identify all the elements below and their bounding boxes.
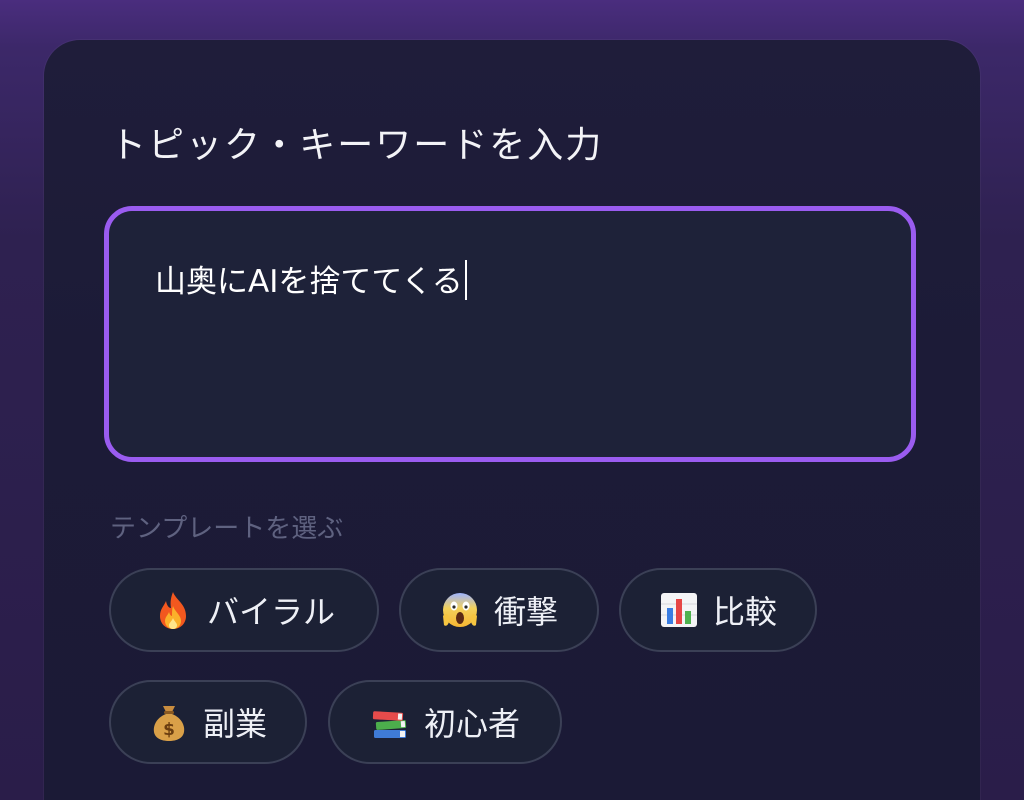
template-chip-label: 衝撃 xyxy=(493,593,558,631)
topic-card: トピック・キーワードを入力 山奥にAIを捨ててくる テンプレートを選ぶ バイラル xyxy=(44,40,980,800)
fire-icon xyxy=(153,590,193,630)
page-title: トピック・キーワードを入力 xyxy=(110,125,604,166)
template-section-label: テンプレートを選ぶ xyxy=(110,514,344,544)
money-bag-icon: $ xyxy=(149,702,189,742)
template-chip-shock[interactable]: 衝撃 xyxy=(399,568,599,652)
template-chip-label: バイラル xyxy=(206,593,335,631)
template-chip-label: 比較 xyxy=(712,593,777,631)
template-chip-beginner[interactable]: 初心者 xyxy=(328,680,562,764)
template-chip-compare[interactable]: 比較 xyxy=(619,568,817,652)
svg-text:$: $ xyxy=(163,720,175,740)
template-chip-side-job[interactable]: $ 副業 xyxy=(109,680,307,764)
topic-input[interactable]: 山奥にAIを捨ててくる xyxy=(104,206,916,462)
topic-input-value: 山奥にAIを捨ててくる xyxy=(155,264,463,300)
books-icon xyxy=(370,702,410,742)
template-chip-label: 初心者 xyxy=(423,705,520,743)
template-chip-label: 副業 xyxy=(202,705,267,743)
bar-chart-icon xyxy=(659,590,699,630)
screaming-face-icon xyxy=(440,590,480,630)
template-chip-viral[interactable]: バイラル xyxy=(109,568,379,652)
text-caret xyxy=(464,260,467,300)
